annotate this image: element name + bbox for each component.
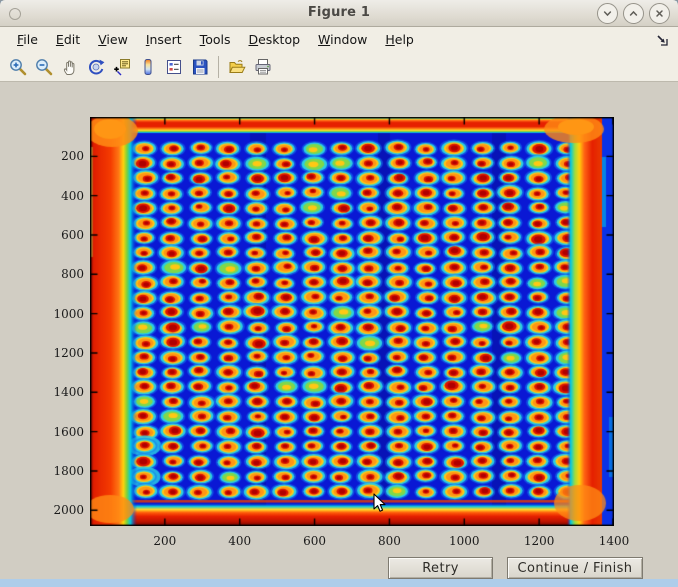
zoom-in-icon	[8, 57, 28, 77]
rotate-3d-button[interactable]	[83, 54, 109, 80]
shade-button[interactable]	[597, 3, 618, 24]
chevron-up-icon	[628, 8, 639, 19]
mouse-cursor	[373, 493, 387, 513]
menubar: File Edit View Insert Tools Desktop Wind…	[0, 27, 678, 52]
zoom-in-button[interactable]	[5, 54, 31, 80]
colorbar-icon	[138, 57, 158, 77]
figure-toolbar	[0, 52, 678, 82]
y-tick-label: 2000	[40, 502, 84, 518]
menu-edit[interactable]: Edit	[47, 29, 89, 50]
menu-window[interactable]: Window	[309, 29, 376, 50]
menu-tools[interactable]: Tools	[191, 29, 240, 50]
data-cursor-icon	[112, 57, 132, 77]
open-folder-icon	[227, 57, 247, 77]
x-tick-label: 1000	[434, 534, 494, 549]
zoom-out-icon	[34, 57, 54, 77]
open-folder-button[interactable]	[224, 54, 250, 80]
close-button[interactable]	[649, 3, 670, 24]
close-icon	[654, 8, 665, 19]
continue-finish-button[interactable]: Continue / Finish	[507, 557, 643, 579]
retry-button[interactable]: Retry	[388, 557, 493, 579]
x-tick-label: 600	[285, 534, 345, 549]
legend-icon	[164, 57, 184, 77]
x-tick-label: 1400	[584, 534, 644, 549]
window-bottom-edge	[0, 579, 678, 587]
figure-canvas-area: 200 400 600 800 1000 1200 1400 1600 1800 2000 200 4…	[0, 82, 678, 579]
save-floppy-icon	[190, 57, 210, 77]
menu-help[interactable]: Help	[376, 29, 423, 50]
y-tick-label: 200	[40, 148, 84, 164]
rotate-3d-icon	[86, 57, 106, 77]
titlebar: Figure 1	[0, 0, 678, 27]
maximize-button[interactable]	[623, 3, 644, 24]
x-tick-label: 1200	[509, 534, 569, 549]
y-tick-label: 600	[40, 227, 84, 243]
chevron-down-icon	[602, 8, 613, 19]
plate-scan-image-plot[interactable]	[90, 117, 614, 526]
print-icon	[253, 57, 273, 77]
y-tick-label: 1800	[40, 463, 84, 479]
y-tick-label: 800	[40, 266, 84, 282]
menu-view[interactable]: View	[89, 29, 137, 50]
y-tick-label: 1200	[40, 345, 84, 361]
zoom-out-button[interactable]	[31, 54, 57, 80]
save-button[interactable]	[187, 54, 213, 80]
menu-file[interactable]: File	[8, 29, 47, 50]
pan-hand-icon	[60, 57, 80, 77]
y-tick-label: 1400	[40, 384, 84, 400]
insert-colorbar-button[interactable]	[135, 54, 161, 80]
y-tick-label: 400	[40, 188, 84, 204]
x-tick-label: 400	[210, 534, 270, 549]
x-tick-label: 800	[359, 534, 419, 549]
y-tick-label: 1600	[40, 424, 84, 440]
dock-figure-icon[interactable]	[654, 32, 670, 48]
print-button[interactable]	[250, 54, 276, 80]
pan-button[interactable]	[57, 54, 83, 80]
x-tick-label: 200	[135, 534, 195, 549]
data-cursor-button[interactable]	[109, 54, 135, 80]
y-tick-label: 1000	[40, 306, 84, 322]
menu-desktop[interactable]: Desktop	[239, 29, 309, 50]
menu-insert[interactable]: Insert	[137, 29, 191, 50]
window-title: Figure 1	[0, 5, 678, 20]
figure-window: Figure 1 File Edit View Insert	[0, 0, 678, 587]
toolbar-separator	[218, 56, 219, 78]
insert-legend-button[interactable]	[161, 54, 187, 80]
